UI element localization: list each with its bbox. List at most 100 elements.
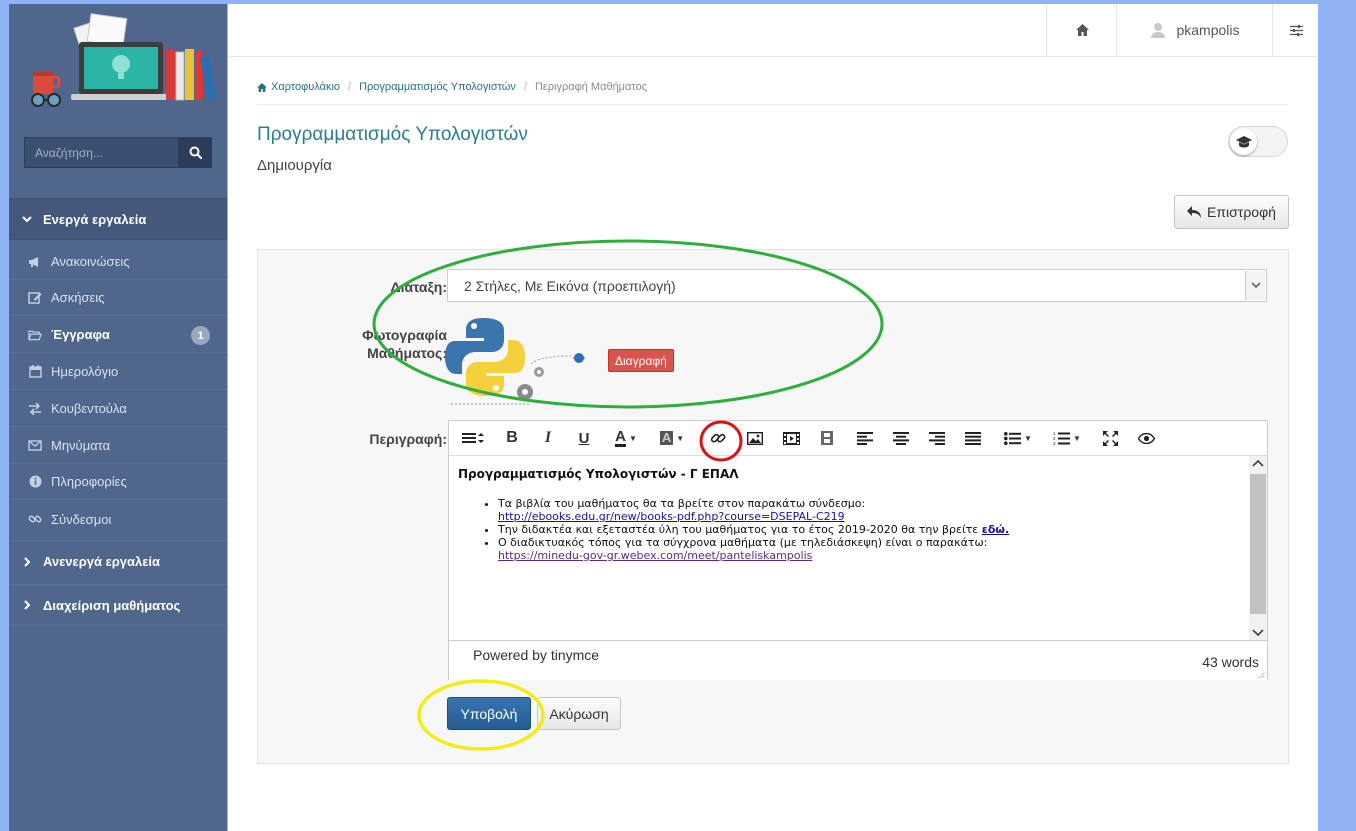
text-color-button[interactable]: A ▼ bbox=[609, 427, 643, 449]
editor-statusbar: Powered by tinymce 43 words bbox=[449, 640, 1267, 680]
breadcrumb: Χαρτοφυλάκιο / Προγραμματισμός Υπολογιστ… bbox=[257, 81, 647, 93]
scroll-thumb[interactable] bbox=[1250, 474, 1266, 614]
fullscreen-icon bbox=[1102, 430, 1118, 446]
student-view-toggle[interactable] bbox=[1228, 126, 1288, 157]
sidebar-search bbox=[24, 137, 212, 170]
align-right-icon bbox=[929, 431, 945, 445]
calendar-icon bbox=[28, 365, 42, 379]
background-strip bbox=[1318, 0, 1356, 831]
caret-down-icon: ▼ bbox=[1024, 433, 1032, 443]
align-left-button[interactable] bbox=[852, 427, 878, 449]
sidebar-item-calendar[interactable]: Ημερολόγιο bbox=[9, 354, 227, 390]
background-color-button[interactable]: A ▼ bbox=[655, 427, 689, 449]
list-item-text: Τα βιβλία του μαθήματος θα τα βρείτε στο… bbox=[498, 497, 866, 510]
home-button[interactable] bbox=[1046, 4, 1117, 56]
bullet-list-button[interactable]: ▼ bbox=[998, 427, 1038, 449]
course-photo-label: Φωτογραφία Μαθήματος: bbox=[362, 326, 447, 362]
align-justify-button[interactable] bbox=[960, 427, 986, 449]
sidebar-item-exercises[interactable]: Ασκήσεις bbox=[9, 280, 227, 316]
powered-by-text[interactable]: Powered by tinymce bbox=[473, 647, 599, 663]
editor-scrollbar[interactable] bbox=[1249, 456, 1267, 640]
align-left-icon bbox=[857, 431, 873, 445]
insert-link-button[interactable] bbox=[705, 427, 731, 449]
sliders-icon bbox=[1289, 24, 1303, 36]
top-navbar: pkampolis bbox=[228, 4, 1318, 57]
sidebar-item-links[interactable]: Σύνδεσμοι bbox=[9, 501, 227, 537]
breadcrumb-item-portfolio[interactable]: Χαρτοφυλάκιο bbox=[271, 81, 340, 93]
align-center-button[interactable] bbox=[888, 427, 914, 449]
bullet-list-icon bbox=[1004, 431, 1022, 445]
chevron-down-icon bbox=[22, 216, 32, 223]
caret-down-icon: ▼ bbox=[676, 433, 685, 443]
edit-icon bbox=[28, 291, 42, 305]
user-menu[interactable]: pkampolis bbox=[1116, 4, 1273, 56]
settings-sliders-button[interactable] bbox=[1272, 4, 1319, 56]
insert-file-button[interactable] bbox=[814, 427, 840, 449]
section-label: Διαχείριση μαθήματος bbox=[43, 597, 181, 613]
course-photo-label-line2: Μαθήματος: bbox=[367, 345, 447, 361]
section-active-tools[interactable]: Ενεργά εργαλεία bbox=[9, 198, 227, 240]
divider bbox=[257, 104, 1288, 105]
resize-handle-icon[interactable] bbox=[1258, 671, 1266, 679]
sidebar-item-info[interactable]: Πληροφορίες bbox=[9, 464, 227, 500]
insert-media-button[interactable] bbox=[778, 427, 804, 449]
search-input[interactable] bbox=[24, 137, 179, 168]
sidebar-item-messages[interactable]: Μηνύματα bbox=[9, 428, 227, 464]
list-item: Την διδακτέα και εξεταστέα ύλη του μαθήμ… bbox=[498, 523, 1238, 536]
envelope-icon bbox=[28, 439, 42, 453]
chevron-down-icon bbox=[1245, 271, 1265, 300]
delete-photo-button[interactable]: Διαγραφή bbox=[608, 349, 674, 372]
italic-icon: I bbox=[544, 429, 552, 446]
page-subtitle: Δημιουργία bbox=[257, 157, 332, 174]
search-button[interactable] bbox=[179, 137, 212, 168]
sidebar-item-chat[interactable]: Κουβεντούλα bbox=[9, 391, 227, 427]
ebooks-link[interactable]: http://ebooks.edu.gr/new/books-pdf.php?c… bbox=[498, 510, 845, 523]
chevron-down-icon bbox=[1252, 629, 1264, 637]
section-label: Ανενεργά εργαλεία bbox=[43, 554, 161, 569]
back-button-label: Επιστροφή bbox=[1207, 204, 1276, 220]
main-content: pkampolis Χαρτοφυλάκιο / Προγραμματισμός… bbox=[228, 4, 1318, 831]
sidebar-item-label: Έγγραφα bbox=[51, 327, 110, 342]
list-item: Ο διαδικτυακός τόπος για τα σύγχρονα μαθ… bbox=[498, 536, 1238, 562]
reply-arrow-icon bbox=[1187, 206, 1202, 218]
list-item-text: Την διδακτέα και εξεταστέα ύλη του μαθήμ… bbox=[498, 523, 982, 536]
sidebar-item-label: Κουβεντούλα bbox=[51, 401, 127, 416]
format-block-button[interactable] bbox=[459, 427, 487, 449]
preview-button[interactable] bbox=[1133, 427, 1159, 449]
section-inactive-tools[interactable]: Ανενεργά εργαλεία bbox=[9, 540, 227, 582]
info-circle-icon bbox=[28, 475, 42, 489]
sidebar-item-label: Ημερολόγιο bbox=[51, 364, 119, 379]
webex-link[interactable]: https://minedu-gov-gr.webex.com/meet/pan… bbox=[498, 549, 812, 562]
chevron-right-icon bbox=[24, 556, 31, 567]
bold-button[interactable]: B bbox=[499, 427, 525, 449]
word-count: 43 words bbox=[1202, 654, 1259, 670]
section-course-management[interactable]: Διαχείριση μαθήματος bbox=[9, 584, 227, 626]
italic-button[interactable]: I bbox=[535, 427, 561, 449]
sidebar-item-label: Πληροφορίες bbox=[51, 474, 127, 489]
sidebar-item-label: Ασκήσεις bbox=[51, 290, 105, 305]
align-right-button[interactable] bbox=[924, 427, 950, 449]
layout-select-value: 2 Στήλες, Με Εικόνα (προεπιλογή) bbox=[464, 277, 676, 294]
submit-button[interactable]: Υποβολή bbox=[447, 697, 531, 730]
fullscreen-button[interactable] bbox=[1097, 427, 1123, 449]
editor-toolbar: B I U A ▼ A ▼ ▼ 1 2 3 ▼ bbox=[449, 421, 1267, 456]
graduation-cap-icon bbox=[1235, 135, 1252, 147]
caret-down-icon: ▼ bbox=[628, 433, 637, 443]
underline-button[interactable]: U bbox=[571, 427, 597, 449]
list-item-text: Ο διαδικτυακός τόπος για τα σύγχρονα μαθ… bbox=[498, 536, 988, 549]
back-button[interactable]: Επιστροφή bbox=[1174, 195, 1289, 229]
breadcrumb-item-course[interactable]: Προγραμματισμός Υπολογιστών bbox=[359, 81, 516, 93]
numbered-list-button[interactable]: 123 ▼ bbox=[1047, 427, 1087, 449]
layout-select[interactable]: 2 Στήλες, Με Εικόνα (προεπιλογή) bbox=[447, 269, 1267, 302]
syllabus-link[interactable]: εδώ. bbox=[982, 523, 1009, 536]
sidebar-item-label: Μηνύματα bbox=[51, 438, 111, 453]
breadcrumb-separator: / bbox=[523, 81, 527, 93]
sidebar-item-documents[interactable]: Έγγραφα 1 bbox=[9, 317, 227, 353]
insert-image-button[interactable] bbox=[742, 427, 768, 449]
sidebar-item-announcements[interactable]: Ανακοινώσεις bbox=[9, 244, 227, 280]
cancel-button[interactable]: Ακύρωση bbox=[537, 697, 621, 730]
editor-content-area[interactable]: Προγραμματισμός Υπολογιστών - Γ ΕΠΑΛ Τα … bbox=[449, 456, 1248, 640]
breadcrumb-item-current: Περιγραφή Μαθήματος bbox=[534, 81, 647, 93]
user-avatar-icon bbox=[1151, 23, 1166, 38]
home-icon bbox=[257, 82, 267, 92]
